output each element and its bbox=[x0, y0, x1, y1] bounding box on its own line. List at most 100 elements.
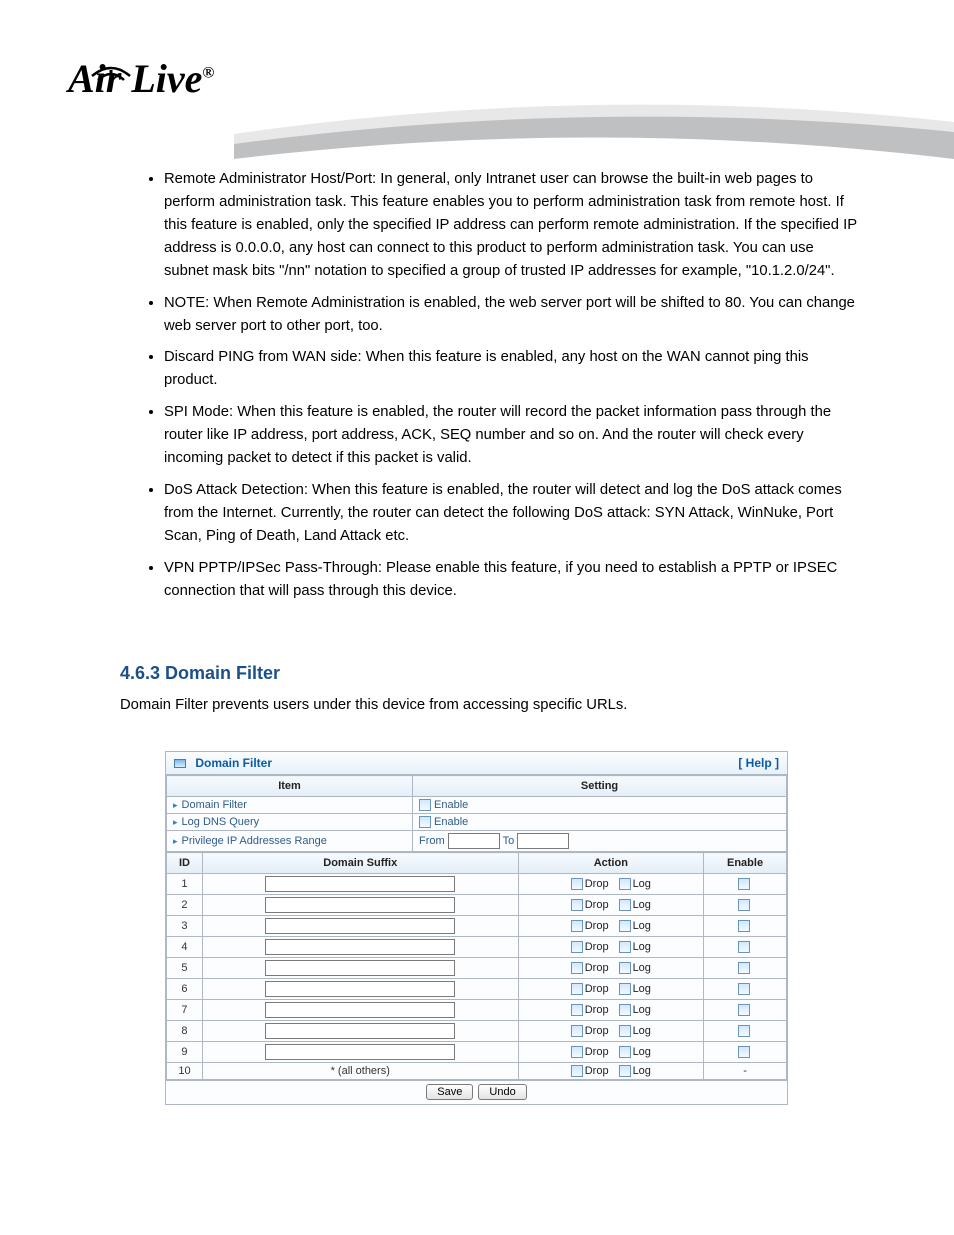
rule-suffix-cell bbox=[202, 979, 518, 1000]
drop-label: Drop bbox=[585, 983, 609, 995]
domain-suffix-input[interactable] bbox=[265, 1002, 455, 1018]
rule-enable-checkbox[interactable] bbox=[738, 1025, 750, 1037]
feature-bullet: Discard PING from WAN side: When this fe… bbox=[164, 346, 862, 392]
drop-checkbox[interactable] bbox=[571, 1046, 583, 1058]
item-priv-ip-label: Privilege IP Addresses Range bbox=[182, 835, 327, 847]
drop-checkbox[interactable] bbox=[571, 1025, 583, 1037]
log-label: Log bbox=[633, 1025, 651, 1037]
rule-row: 7DropLog bbox=[167, 1000, 787, 1021]
item-log-dns-label: Log DNS Query bbox=[182, 816, 260, 828]
priv-ip-from-input[interactable] bbox=[448, 833, 500, 849]
drop-checkbox[interactable] bbox=[571, 920, 583, 932]
domain-suffix-input[interactable] bbox=[265, 897, 455, 913]
rule-enable-checkbox[interactable] bbox=[738, 1046, 750, 1058]
feature-bullet: DoS Attack Detection: When this feature … bbox=[164, 479, 862, 548]
rule-suffix-cell bbox=[202, 1021, 518, 1042]
rule-enable-cell bbox=[704, 874, 787, 895]
log-checkbox[interactable] bbox=[619, 899, 631, 911]
drop-checkbox[interactable] bbox=[571, 899, 583, 911]
rule-row: 6DropLog bbox=[167, 979, 787, 1000]
drop-checkbox[interactable] bbox=[571, 941, 583, 953]
rules-table: ID Domain Suffix Action Enable 1DropLog2… bbox=[166, 852, 787, 1080]
rule-row: 9DropLog bbox=[167, 1042, 787, 1063]
drop-label: Drop bbox=[585, 1004, 609, 1016]
rule-enable-checkbox[interactable] bbox=[738, 920, 750, 932]
log-checkbox[interactable] bbox=[619, 941, 631, 953]
rule-id: 1 bbox=[167, 874, 203, 895]
domain-suffix-input[interactable] bbox=[265, 960, 455, 976]
log-label: Log bbox=[633, 962, 651, 974]
help-link[interactable]: [ Help ] bbox=[738, 756, 779, 770]
panel-footer: Save Undo bbox=[166, 1080, 787, 1104]
domain-suffix-input[interactable] bbox=[265, 918, 455, 934]
rule-enable-checkbox[interactable] bbox=[738, 899, 750, 911]
log-label: Log bbox=[633, 1046, 651, 1058]
section-paragraph: Domain Filter prevents users under this … bbox=[120, 694, 840, 716]
col-header-suffix: Domain Suffix bbox=[202, 853, 518, 874]
col-header-enable: Enable bbox=[704, 853, 787, 874]
feature-bullet: SPI Mode: When this feature is enabled, … bbox=[164, 401, 862, 470]
feature-bullet: Remote Administrator Host/Port: In gener… bbox=[164, 168, 862, 283]
log-checkbox[interactable] bbox=[619, 920, 631, 932]
rule-enable-cell bbox=[704, 1021, 787, 1042]
drop-checkbox[interactable] bbox=[571, 983, 583, 995]
drop-label: Drop bbox=[585, 941, 609, 953]
rule-suffix-cell bbox=[202, 1000, 518, 1021]
domain-suffix-input[interactable] bbox=[265, 939, 455, 955]
rule-id: 5 bbox=[167, 958, 203, 979]
rule-enable-checkbox[interactable] bbox=[738, 878, 750, 890]
log-checkbox[interactable] bbox=[619, 962, 631, 974]
col-header-item: Item bbox=[167, 776, 413, 797]
drop-checkbox[interactable] bbox=[571, 878, 583, 890]
rule-id: 3 bbox=[167, 916, 203, 937]
rule-id: 4 bbox=[167, 937, 203, 958]
rule-enable-checkbox[interactable] bbox=[738, 962, 750, 974]
domain-suffix-input[interactable] bbox=[265, 1044, 455, 1060]
rule-enable-cell bbox=[704, 1000, 787, 1021]
log-label: Log bbox=[633, 920, 651, 932]
rule-id: 9 bbox=[167, 1042, 203, 1063]
log-label: Log bbox=[633, 878, 651, 890]
log-checkbox[interactable] bbox=[619, 1046, 631, 1058]
rule-enable-checkbox[interactable] bbox=[738, 941, 750, 953]
feature-description-list: Remote Administrator Host/Port: In gener… bbox=[142, 168, 862, 612]
rule-action-cell: DropLog bbox=[518, 874, 704, 895]
brand-logo-registered: ® bbox=[202, 65, 214, 82]
drop-checkbox[interactable] bbox=[571, 1004, 583, 1016]
rule-row: 1 DropLog bbox=[167, 874, 787, 895]
log-checkbox[interactable] bbox=[619, 878, 631, 890]
log-dns-enable-checkbox[interactable] bbox=[419, 816, 431, 828]
drop-label: Drop bbox=[585, 1065, 609, 1077]
rule-enable-cell bbox=[704, 958, 787, 979]
domain-filter-enable-checkbox[interactable] bbox=[419, 799, 431, 811]
log-checkbox[interactable] bbox=[619, 1004, 631, 1016]
domain-suffix-input[interactable] bbox=[265, 876, 455, 892]
rule-row: 8DropLog bbox=[167, 1021, 787, 1042]
domain-suffix-input[interactable] bbox=[265, 981, 455, 997]
log-label: Log bbox=[633, 1065, 651, 1077]
log-checkbox[interactable] bbox=[619, 1065, 631, 1077]
rule-enable-checkbox[interactable] bbox=[738, 983, 750, 995]
arrow-icon: ▸ bbox=[173, 817, 178, 827]
panel-titlebar: Domain Filter [ Help ] bbox=[166, 752, 787, 775]
rule-row: 5 DropLog bbox=[167, 958, 787, 979]
domain-suffix-input[interactable] bbox=[265, 1023, 455, 1039]
log-checkbox[interactable] bbox=[619, 983, 631, 995]
undo-button[interactable]: Undo bbox=[478, 1084, 526, 1100]
rule-enable-cell bbox=[704, 895, 787, 916]
log-dns-enable-label: Enable bbox=[434, 816, 468, 828]
rule-suffix-cell bbox=[202, 874, 518, 895]
settings-table: Item Setting ▸Domain Filter Enable ▸Log … bbox=[166, 775, 787, 852]
rule-enable-checkbox[interactable] bbox=[738, 1004, 750, 1016]
domain-filter-enable-label: Enable bbox=[434, 799, 468, 811]
log-label: Log bbox=[633, 1004, 651, 1016]
rule-id: 6 bbox=[167, 979, 203, 1000]
drop-checkbox[interactable] bbox=[571, 962, 583, 974]
rule-id: 10 bbox=[167, 1063, 203, 1080]
log-checkbox[interactable] bbox=[619, 1025, 631, 1037]
save-button[interactable]: Save bbox=[426, 1084, 473, 1100]
drop-checkbox[interactable] bbox=[571, 1065, 583, 1077]
priv-ip-to-label: To bbox=[503, 835, 515, 847]
rule-action-cell: DropLog bbox=[518, 958, 704, 979]
priv-ip-to-input[interactable] bbox=[517, 833, 569, 849]
